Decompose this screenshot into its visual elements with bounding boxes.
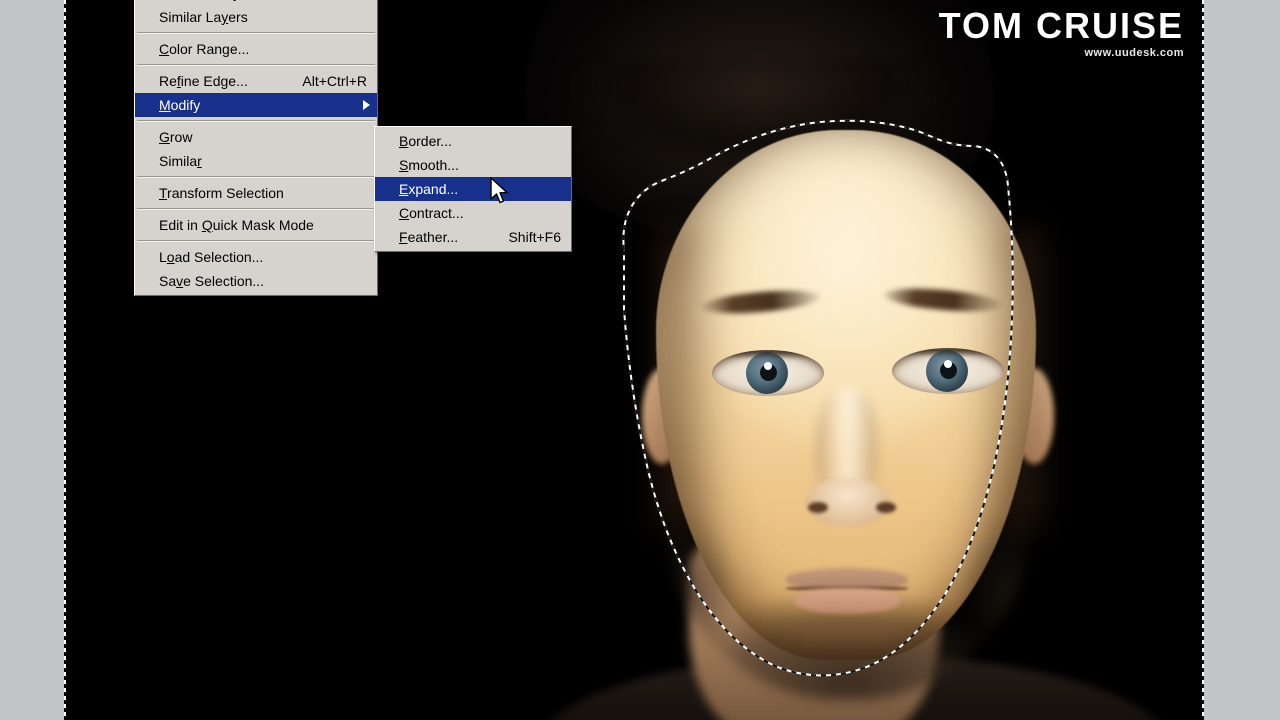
catchlight-right — [944, 360, 952, 368]
menu-item-contract[interactable]: Contract... — [375, 201, 571, 225]
menu-item-label: Similar — [159, 153, 202, 169]
lower-lip — [794, 588, 900, 614]
menu-item-label: Feather... — [399, 229, 459, 245]
menu-item-label: Contract... — [399, 205, 464, 221]
eye-left — [712, 350, 824, 396]
menu-item-similar[interactable]: Similar — [135, 149, 377, 173]
modify-submenu[interactable]: Border... Smooth... Expand... Contract... Fe… — [374, 126, 572, 252]
eyelash-right — [892, 348, 1004, 357]
menu-item-label: Save Selection... — [159, 273, 265, 289]
menu-item-save-selection[interactable]: Save Selection... — [135, 269, 377, 293]
menu-item-label: Similar Layers — [159, 9, 248, 25]
select-menu[interactable]: Deselect LayersSimilar LayersColor Range… — [134, 0, 378, 296]
menu-item-label: Expand... — [399, 181, 459, 197]
menu-item-modify[interactable]: Modify — [135, 93, 377, 117]
menu-item-smooth[interactable]: Smooth... — [375, 153, 571, 177]
menu-item-label: Edit in Quick Mask Mode — [159, 217, 314, 233]
eye-right — [892, 348, 1004, 394]
menu-item-transform-selection[interactable]: Transform Selection — [135, 181, 377, 205]
menu-separator — [137, 120, 375, 122]
menu-item-feather[interactable]: Feather... Shift+F6 — [375, 225, 571, 249]
canvas-selection-edge-left — [64, 0, 66, 720]
menu-item-grow[interactable]: Grow — [135, 125, 377, 149]
menu-item-shortcut: Alt+Ctrl+R — [302, 73, 367, 89]
catchlight-left — [764, 362, 772, 370]
menu-item-expand[interactable]: Expand... — [375, 177, 571, 201]
menu-item-label: Smooth... — [399, 157, 459, 173]
menu-item-similar-layers[interactable]: Similar Layers — [135, 5, 377, 29]
nostril-right — [876, 502, 896, 513]
menu-item-label: Modify — [159, 97, 201, 113]
watermark-url: www.uudesk.com — [1084, 47, 1184, 59]
nostril-left — [808, 502, 828, 513]
chin-shadow — [780, 618, 914, 648]
menu-separator — [137, 176, 375, 178]
menu-item-shortcut: Shift+F6 — [508, 229, 561, 245]
screenshot-root: TOM CRUISE www.uudesk.com Deselect Layer… — [0, 0, 1280, 720]
menu-item-label: Color Range... — [159, 41, 250, 57]
menu-separator — [137, 240, 375, 242]
menu-item-label: Transform Selection — [159, 185, 284, 201]
menu-separator — [137, 32, 375, 34]
canvas-selection-edge-right — [1202, 0, 1204, 720]
menu-item-label: Border... — [399, 133, 452, 149]
menu-item-color-range[interactable]: Color Range... — [135, 37, 377, 61]
menu-separator — [137, 64, 375, 66]
eyelash-left — [712, 350, 824, 359]
menu-item-label: Grow — [159, 129, 193, 145]
menu-separator — [137, 208, 375, 210]
menu-item-border[interactable]: Border... — [375, 129, 571, 153]
watermark-title: TOM CRUISE — [938, 5, 1184, 46]
menu-item-label: Load Selection... — [159, 249, 264, 265]
menu-item-refine-edge[interactable]: Refine Edge... Alt+Ctrl+R — [135, 69, 377, 93]
submenu-arrow-icon — [363, 100, 370, 110]
menu-item-label: Refine Edge... — [159, 73, 248, 89]
menu-item-edit-in-quick-mask-mode[interactable]: Edit in Quick Mask Mode — [135, 213, 377, 237]
watermark: TOM CRUISE www.uudesk.com — [939, 8, 1184, 59]
menu-item-load-selection[interactable]: Load Selection... — [135, 245, 377, 269]
